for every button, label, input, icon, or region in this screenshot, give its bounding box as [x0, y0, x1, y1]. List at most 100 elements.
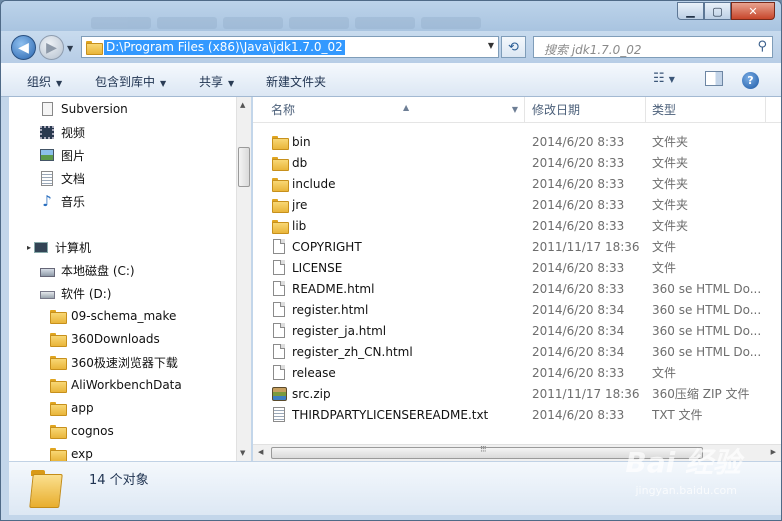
scroll-right-icon[interactable]: ▶: [771, 448, 776, 456]
file-type: 360 se HTML Do...: [652, 302, 762, 317]
search-icon[interactable]: ⚲: [757, 39, 767, 54]
file-row[interactable]: src.zip 2011/11/17 18:36 360压缩 ZIP 文件: [271, 383, 771, 404]
expand-arrow-icon[interactable]: ▸: [27, 243, 31, 252]
view-options-icon[interactable]: ☷ ▼: [653, 71, 675, 86]
sidebar-folder[interactable]: cognos: [49, 420, 114, 442]
search-box[interactable]: 搜索 jdk1.7.0_02 ⚲: [533, 36, 773, 58]
folder-icon: [49, 377, 67, 393]
sidebar-item-label: 音乐: [61, 194, 86, 209]
sort-ascending-icon: ▲: [403, 103, 410, 112]
address-dropdown[interactable]: ▼: [488, 41, 494, 50]
file-date: 2014/6/20 8:33: [532, 155, 625, 170]
sidebar-item-local-disk-c[interactable]: 本地磁盘 (C:): [39, 259, 135, 281]
navigation-pane-scrollbar[interactable]: ▲ ▼: [236, 97, 251, 461]
scroll-up-icon[interactable]: ▲: [240, 101, 245, 109]
address-bar[interactable]: D:\Program Files (x86)\Java\jdk1.7.0_02 …: [81, 36, 499, 58]
file-date: 2014/6/20 8:33: [532, 218, 625, 233]
sidebar-folder[interactable]: app: [49, 397, 94, 419]
column-header-date[interactable]: 修改日期: [526, 97, 646, 123]
sidebar-item-subversion[interactable]: Subversion: [39, 98, 128, 120]
file-name: lib: [292, 218, 307, 233]
sidebar-item-computer[interactable]: ▸ 计算机: [27, 236, 91, 258]
sidebar-item-documents[interactable]: 文档: [39, 167, 85, 189]
sidebar-folder[interactable]: 360极速浏览器下载: [49, 351, 178, 373]
file-name: release: [292, 365, 336, 380]
file-name: jre: [292, 197, 308, 212]
scrollbar-thumb[interactable]: [238, 147, 250, 187]
sidebar-item-label: 视频: [61, 125, 86, 140]
search-placeholder[interactable]: 搜索 jdk1.7.0_02: [544, 41, 642, 58]
file-row[interactable]: README.html 2014/6/20 8:33 360 se HTML Do.…: [271, 278, 771, 299]
file-date: 2014/6/20 8:33: [532, 365, 625, 380]
maximize-button[interactable]: ▢: [704, 2, 731, 20]
sidebar-item-drive-d[interactable]: 软件 (D:): [39, 282, 111, 304]
sidebar-item-video[interactable]: 视频: [39, 121, 85, 143]
sidebar-item-label: 360Downloads: [71, 332, 160, 346]
new-folder-button[interactable]: 新建文件夹: [266, 73, 326, 90]
folder-icon: [86, 41, 103, 55]
minimize-button[interactable]: ▁: [677, 2, 704, 20]
organize-menu[interactable]: 组织 ▼: [27, 73, 62, 90]
sidebar-item-music[interactable]: ♪ 音乐: [39, 190, 85, 212]
sidebar-folder[interactable]: exp: [49, 443, 93, 461]
file-row[interactable]: db 2014/6/20 8:33 文件夹: [271, 152, 771, 173]
preview-pane-icon[interactable]: [705, 71, 723, 86]
close-button[interactable]: ✕: [731, 2, 775, 20]
folder-icon: [49, 423, 67, 439]
file-row[interactable]: register.html 2014/6/20 8:34 360 se HTML D…: [271, 299, 771, 320]
title-bar[interactable]: ▁ ▢ ✕: [1, 1, 781, 31]
include-in-library-menu[interactable]: 包含到库中 ▼: [95, 73, 166, 90]
file-name: register_ja.html: [292, 323, 387, 338]
include-in-library-label: 包含到库中: [95, 75, 156, 89]
file-row[interactable]: register_zh_CN.html 2014/6/20 8:34 360 se …: [271, 341, 771, 362]
share-menu[interactable]: 共享 ▼: [199, 73, 234, 90]
back-button[interactable]: ◀: [11, 35, 36, 60]
sidebar-folder[interactable]: 09-schema_make: [49, 305, 176, 327]
column-header-name[interactable]: 名称 ▲ ▼: [265, 97, 525, 123]
refresh-button[interactable]: ⟲: [501, 36, 526, 58]
column-label: 修改日期: [532, 103, 581, 117]
file-date: 2011/11/17 18:36: [532, 386, 640, 401]
file-row[interactable]: jre 2014/6/20 8:33 文件夹: [271, 194, 771, 215]
folder-icon: [271, 218, 289, 234]
folder-icon: [49, 354, 67, 370]
file-row[interactable]: LICENSE 2014/6/20 8:33 文件: [271, 257, 771, 278]
file-icon: [271, 281, 287, 297]
navigation-pane: Subversion 视频 图片 文档 ♪ 音乐 ▸ 计算机 本地磁盘 (C:): [9, 97, 251, 461]
folder-icon: [49, 400, 67, 416]
folder-icon: [271, 176, 289, 192]
folder-icon: [29, 468, 65, 508]
file-name: register.html: [292, 302, 369, 317]
folder-icon: [271, 134, 289, 150]
file-row[interactable]: lib 2014/6/20 8:33 文件夹: [271, 215, 771, 236]
file-type: 360 se HTML Do...: [652, 281, 762, 296]
file-row[interactable]: COPYRIGHT 2011/11/17 18:36 文件: [271, 236, 771, 257]
file-type: 文件: [652, 240, 677, 254]
sidebar-folder[interactable]: AliWorkbenchData: [49, 374, 182, 396]
file-type: 360 se HTML Do...: [652, 323, 762, 338]
file-row[interactable]: THIRDPARTYLICENSEREADME.txt 2014/6/20 8:3…: [271, 404, 771, 425]
file-date: 2014/6/20 8:34: [532, 344, 625, 359]
address-path[interactable]: D:\Program Files (x86)\Java\jdk1.7.0_02: [104, 40, 345, 55]
blurred-taskbar-tabs: [91, 17, 481, 29]
sidebar-item-label: Subversion: [61, 102, 128, 116]
file-row[interactable]: bin 2014/6/20 8:33 文件夹: [271, 131, 771, 152]
column-headers: 名称 ▲ ▼ 修改日期 类型: [253, 97, 781, 123]
forward-button[interactable]: ▶: [39, 35, 64, 60]
file-type: TXT 文件: [652, 408, 703, 422]
sidebar-item-label: AliWorkbenchData: [71, 378, 182, 392]
scroll-left-icon[interactable]: ◀: [258, 448, 263, 456]
file-name: README.html: [292, 281, 375, 296]
file-date: 2014/6/20 8:33: [532, 134, 625, 149]
chevron-down-icon[interactable]: ▼: [512, 97, 518, 123]
file-row[interactable]: register_ja.html 2014/6/20 8:34 360 se HTM…: [271, 320, 771, 341]
recent-pages-dropdown[interactable]: ▼: [67, 44, 73, 53]
help-icon[interactable]: ?: [742, 72, 759, 89]
document-icon: [39, 170, 55, 186]
file-row[interactable]: release 2014/6/20 8:33 文件: [271, 362, 771, 383]
column-header-type[interactable]: 类型: [646, 97, 766, 123]
sidebar-folder[interactable]: 360Downloads: [49, 328, 160, 350]
scroll-down-icon[interactable]: ▼: [240, 449, 245, 457]
sidebar-item-pictures[interactable]: 图片: [39, 144, 85, 166]
file-row[interactable]: include 2014/6/20 8:33 文件夹: [271, 173, 771, 194]
